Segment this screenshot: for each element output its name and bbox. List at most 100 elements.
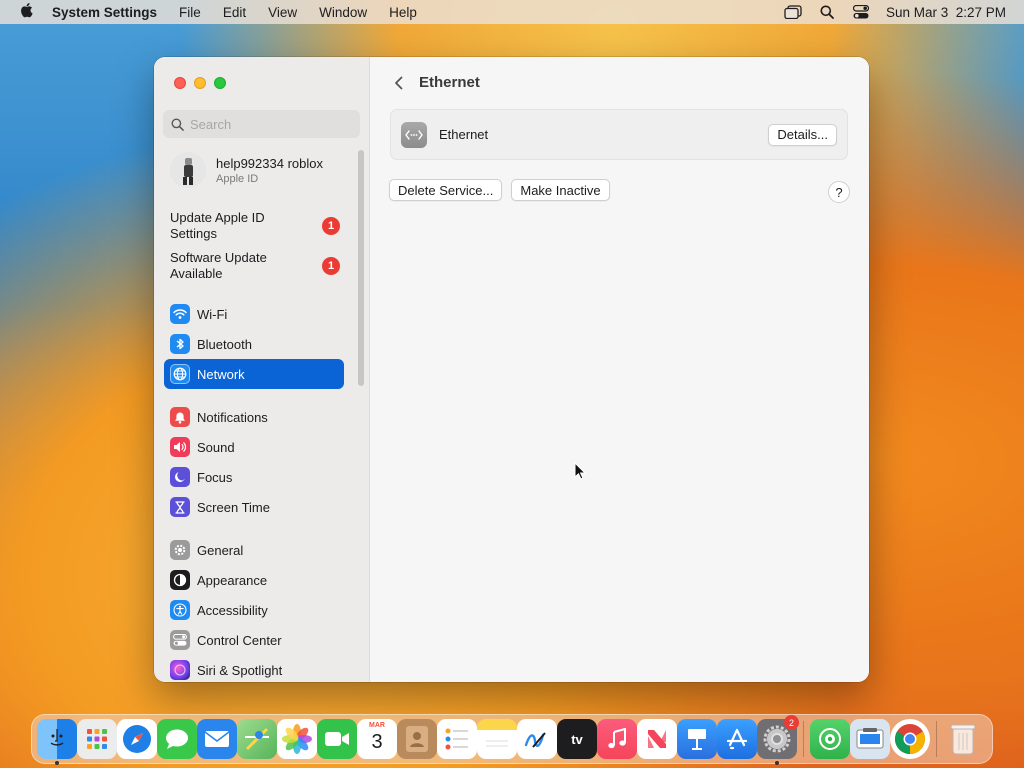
menu-help[interactable]: Help [378,5,428,20]
sidebar-item-focus[interactable]: Focus [164,462,344,492]
control-center-menu-icon[interactable] [852,5,870,19]
sidebar-item-label: Focus [197,469,233,485]
siri-icon [170,660,190,680]
search-icon [171,118,184,131]
window-controls [174,77,226,89]
minimize-button[interactable] [194,77,206,89]
system-settings-window: help992334 roblox Apple ID Update Apple … [154,57,869,682]
dock-trash-icon[interactable] [943,719,983,759]
dock-finder-icon[interactable] [37,719,77,765]
sidebar-item-control-center[interactable]: Control Center [164,625,344,655]
close-button[interactable] [174,77,186,89]
sidebar-item-label: Bluetooth [197,336,252,352]
menu-app-name[interactable]: System Settings [52,5,168,20]
sidebar-group-notifications: Notifications Sound Focus Screen Time [164,402,344,522]
zoom-button[interactable] [214,77,226,89]
chevron-left-icon [395,76,403,90]
dock-apple-tv-icon[interactable]: tv [557,719,597,759]
back-button[interactable] [390,74,408,92]
apple-id-account[interactable]: help992334 roblox Apple ID [170,152,323,188]
dock-preview-icon[interactable] [850,719,890,759]
menu-bar: System Settings File Edit View Window He… [0,0,1024,24]
dock-safari-icon[interactable] [117,719,157,759]
dock-music-icon[interactable] [597,719,637,759]
sidebar-scrollbar[interactable] [358,150,364,386]
dock-chrome-icon[interactable] [890,719,930,759]
sidebar-item-accessibility[interactable]: Accessibility [164,595,344,625]
dock-messages-icon[interactable] [157,719,197,759]
mouse-cursor-icon [574,461,587,485]
sidebar: help992334 roblox Apple ID Update Apple … [154,57,370,682]
avatar [170,152,206,188]
menu-clock[interactable]: Sun Mar 3 2:27 PM [886,5,1006,20]
dock-reminders-icon[interactable] [437,719,477,759]
dock-mail-icon[interactable] [197,719,237,759]
sidebar-group-network: Wi-Fi Bluetooth Network [164,299,344,389]
sidebar-item-label: Wi-Fi [197,306,228,322]
stage-manager-icon[interactable] [784,5,802,19]
dock-keynote-icon[interactable] [677,719,717,759]
dock-notes-icon[interactable] [477,719,517,759]
sidebar-group-general: General Appearance Accessibility Control… [164,535,344,682]
sidebar-item-bluetooth[interactable]: Bluetooth [164,329,344,359]
sidebar-item-general[interactable]: General [164,535,344,565]
dock-facetime-icon[interactable] [317,719,357,759]
sidebar-item-notifications[interactable]: Notifications [164,402,344,432]
update-apple-id-notice[interactable]: Update Apple ID Settings 1 [170,210,340,242]
page-title: Ethernet [419,74,480,91]
dock-photos-icon[interactable] [277,719,317,759]
sidebar-item-label: General [197,542,244,558]
sidebar-item-label: Network [197,366,245,382]
ethernet-icon [401,121,427,148]
make-inactive-button[interactable]: Make Inactive [511,179,610,201]
notice-label: Software Update Available [170,250,267,281]
sidebar-item-siri-spotlight[interactable]: Siri & Spotlight [164,655,344,682]
notice-badge: 1 [322,217,340,235]
sidebar-item-screen-time[interactable]: Screen Time [164,492,344,522]
menu-window[interactable]: Window [308,5,378,20]
moon-icon [170,467,190,487]
calendar-month: MAR [369,722,385,729]
dock-maps-icon[interactable] [237,719,277,759]
dock-separator [803,721,804,757]
dock-launchpad-icon[interactable] [77,719,117,759]
bell-icon [170,407,190,427]
dock: MAR 3 tv 2 [31,714,993,765]
notice-label: Update Apple ID Settings [170,210,265,241]
delete-service-button[interactable]: Delete Service... [389,179,503,201]
service-actions: Delete Service... Make Inactive [389,179,610,201]
speaker-icon [170,437,190,457]
sidebar-item-label: Screen Time [197,499,270,515]
dock-app-store-icon[interactable] [717,719,757,759]
calendar-day: 3 [371,731,383,753]
dock-system-settings-icon[interactable]: 2 [757,715,799,765]
details-button[interactable]: Details... [768,123,837,146]
help-button[interactable]: ? [828,181,850,203]
search-field[interactable] [163,110,360,138]
software-update-notice[interactable]: Software Update Available 1 [170,250,340,282]
accessibility-icon [170,600,190,620]
sidebar-item-appearance[interactable]: Appearance [164,565,344,595]
menu-view[interactable]: View [257,5,308,20]
search-input[interactable] [190,116,350,132]
dock-find-my-icon[interactable] [810,719,850,759]
apple-menu-icon[interactable] [0,2,52,22]
ethernet-service-row: Ethernet Details... [390,109,848,160]
menu-edit[interactable]: Edit [212,5,257,20]
sidebar-item-label: Sound [197,439,235,455]
sidebar-item-sound[interactable]: Sound [164,432,344,462]
sidebar-item-label: Siri & Spotlight [197,662,283,678]
sidebar-item-label: Accessibility [197,602,268,618]
hourglass-icon [170,497,190,517]
sidebar-item-wifi[interactable]: Wi-Fi [164,299,344,329]
sidebar-item-network[interactable]: Network [164,359,344,389]
spotlight-search-icon[interactable] [818,5,836,19]
dock-contacts-icon[interactable] [397,719,437,759]
sidebar-item-label: Appearance [197,572,268,588]
dock-calendar-icon[interactable]: MAR 3 [357,719,397,759]
wifi-icon [170,304,190,324]
dock-news-icon[interactable] [637,719,677,759]
dock-freeform-icon[interactable] [517,719,557,759]
appearance-icon [170,570,190,590]
menu-file[interactable]: File [168,5,212,20]
